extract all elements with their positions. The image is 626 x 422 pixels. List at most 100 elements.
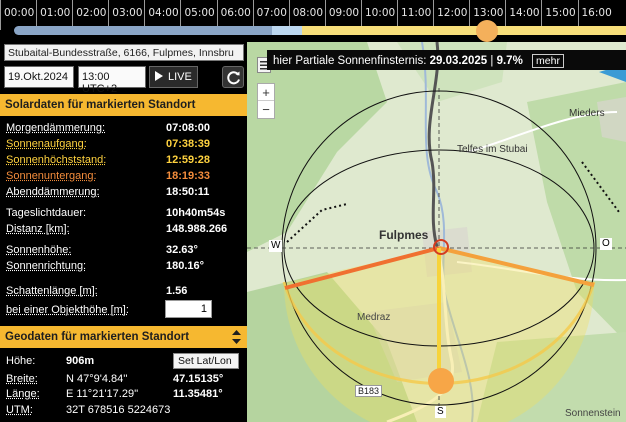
solar-noon-value: 12:59:28 bbox=[166, 154, 211, 166]
eclipse-separator: | bbox=[490, 55, 494, 67]
geo-data-header[interactable]: Geodaten für markierten Standort bbox=[0, 326, 247, 348]
eclipse-date: 29.03.2025 bbox=[429, 55, 488, 67]
place-label-fulpmes: Fulpmes bbox=[379, 228, 429, 242]
latitude-decimal: 47.15135° bbox=[173, 373, 224, 385]
compass-east: O bbox=[600, 238, 612, 250]
set-lat-lon-button[interactable]: Set Lat/Lon bbox=[173, 353, 239, 369]
timeline-night-segment bbox=[14, 26, 272, 35]
eclipse-text: hier Partiale Sonnenfinsternis: bbox=[273, 55, 427, 67]
shadow-length-label: Schattenlänge [m]: bbox=[6, 285, 98, 297]
info-panel: Stubaital-Bundesstraße, 6166, Fulpmes, I… bbox=[0, 42, 247, 422]
sun-altitude-label: Sonnenhöhe: bbox=[6, 244, 72, 256]
sun-azimuth-value: 180.16° bbox=[166, 260, 205, 272]
place-label-sonnenstein: Sonnenstein bbox=[565, 408, 621, 419]
daylight-duration-label: Tageslichtdauer: bbox=[6, 207, 87, 219]
timeline-hour-label: 16:00 bbox=[581, 7, 612, 19]
time-input[interactable]: 13:00 UTC+2 bbox=[78, 66, 146, 95]
more-button[interactable]: mehr bbox=[532, 54, 564, 68]
utm-value: 32T 678516 5224673 bbox=[66, 404, 171, 416]
sun-position-icon bbox=[428, 368, 454, 394]
distance-row: Distanz [km]: 148.988.266 bbox=[6, 223, 242, 237]
timeline[interactable]: 00:00 01:00 02:00 03:00 04:00 05:00 06:00 07:00… bbox=[0, 0, 626, 48]
latitude-label: Breite: bbox=[6, 373, 38, 385]
eclipse-percent: 9.7% bbox=[496, 55, 523, 67]
dawn-row: Morgendämmerung: 07:08:00 bbox=[6, 122, 242, 136]
sun-altitude-value: 32.63° bbox=[166, 244, 198, 256]
timeline-hour-label: 10:00 bbox=[364, 7, 396, 19]
latitude-dms: N 47°9'4.84'' bbox=[66, 373, 128, 385]
utm-label: UTM: bbox=[6, 404, 33, 416]
timeline-hour-label: 13:00 bbox=[473, 7, 504, 19]
longitude-decimal: 11.35481° bbox=[173, 388, 223, 400]
timeline-hour-label: 11:00 bbox=[401, 7, 432, 19]
place-label-telfes: Telfes im Stubai bbox=[457, 144, 528, 155]
timeline-hour-label: 05:00 bbox=[184, 7, 215, 19]
dusk-value: 18:50:11 bbox=[166, 186, 210, 198]
timeline-hour-label: 04:00 bbox=[148, 7, 179, 19]
sun-azimuth-label: Sonnenrichtung: bbox=[6, 260, 87, 272]
dawn-value: 07:08:00 bbox=[166, 122, 211, 134]
zoom-control: + − bbox=[257, 83, 275, 119]
timeline-hour-label: 07:00 bbox=[256, 7, 287, 19]
collapse-toggle-icon[interactable] bbox=[231, 329, 242, 345]
sunrise-value: 07:38:39 bbox=[166, 138, 211, 150]
dusk-label: Abenddämmerung: bbox=[6, 186, 100, 198]
solar-noon-row: Sonnenhöchststand: 12:59:28 bbox=[6, 154, 242, 168]
object-height-input[interactable]: 1 bbox=[165, 300, 212, 318]
daylight-duration-row: Tageslichtdauer: 10h40m54s bbox=[6, 207, 242, 221]
live-button[interactable]: LIVE bbox=[149, 66, 198, 88]
zoom-out-button[interactable]: − bbox=[258, 101, 274, 118]
dusk-row: Abenddämmerung: 18:50:11 bbox=[6, 186, 242, 200]
road-label: B183 bbox=[355, 385, 383, 397]
timeline-hour-label: 09:00 bbox=[328, 7, 360, 19]
timeline-day-segment bbox=[302, 26, 626, 35]
compass-west: W bbox=[269, 240, 283, 252]
address-field[interactable]: Stubaital-Bundesstraße, 6166, Fulpmes, I… bbox=[4, 44, 244, 61]
eclipse-info-bar: hier Partiale Sonnenfinsternis: 29.03.20… bbox=[267, 50, 626, 70]
height-value: 906m bbox=[66, 355, 95, 367]
longitude-dms: E 11°21'17.29'' bbox=[66, 388, 139, 400]
place-label-medraz: Medraz bbox=[357, 312, 391, 323]
zoom-in-button[interactable]: + bbox=[258, 84, 274, 101]
sunrise-label: Sonnenaufgang: bbox=[6, 138, 87, 150]
play-icon bbox=[155, 71, 163, 81]
shadow-length-value: 1.56 bbox=[166, 285, 188, 297]
sunset-label: Sonnenuntergang: bbox=[6, 170, 97, 182]
timeline-hour-label: 01:00 bbox=[40, 7, 71, 19]
map-canvas bbox=[247, 42, 626, 422]
refresh-icon bbox=[227, 71, 240, 85]
solar-noon-label: Sonnenhöchststand: bbox=[6, 154, 107, 166]
live-button-label: LIVE bbox=[168, 71, 192, 83]
solar-data-header: Solardaten für markierten Standort bbox=[0, 94, 247, 116]
timeline-hour-label: 14:00 bbox=[509, 7, 540, 19]
sunset-row: Sonnenuntergang: 18:19:33 bbox=[6, 170, 242, 184]
timeline-hour-label: 15:00 bbox=[545, 7, 576, 19]
distance-label: Distanz [km]: bbox=[6, 223, 70, 235]
refresh-button[interactable] bbox=[222, 66, 244, 88]
dawn-label: Morgendämmerung: bbox=[6, 122, 106, 134]
map-view[interactable]: Fulpmes Telfes im Stubai Mieders Medraz … bbox=[247, 42, 626, 422]
sunset-value: 18:19:33 bbox=[166, 170, 211, 182]
distance-value: 148.988.266 bbox=[166, 223, 228, 235]
place-label-mieders: Mieders bbox=[569, 108, 605, 119]
sun-azimuth-row: Sonnenrichtung: 180.16° bbox=[6, 260, 242, 274]
shadow-length-row: Schattenlänge [m]: 1.56 bbox=[6, 285, 242, 299]
sunrise-row: Sonnenaufgang: 07:38:39 bbox=[6, 138, 242, 152]
timeline-hour-label: 06:00 bbox=[220, 7, 251, 19]
timeline-hour-label: 08:00 bbox=[292, 7, 324, 19]
timeline-track[interactable] bbox=[14, 26, 626, 35]
date-input[interactable]: 19.Okt.2024 bbox=[4, 66, 74, 88]
timeline-hour-label: 12:00 bbox=[437, 7, 468, 19]
daylight-duration-value: 10h40m54s bbox=[166, 207, 226, 219]
timeline-handle[interactable] bbox=[476, 20, 498, 42]
timeline-hour-label: 03:00 bbox=[112, 7, 143, 19]
longitude-label: Länge: bbox=[6, 388, 40, 400]
sun-altitude-row: Sonnenhöhe: 32.63° bbox=[6, 244, 242, 258]
height-label: Höhe: bbox=[6, 355, 36, 367]
timeline-hour-label: 00:00 bbox=[4, 7, 35, 19]
timeline-hour-label: 02:00 bbox=[76, 7, 107, 19]
object-height-label: bei einer Objekthöhe [m]: bbox=[6, 304, 129, 316]
compass-south: S bbox=[435, 406, 446, 418]
timeline-twilight-segment bbox=[272, 26, 302, 35]
geo-data-title: Geodaten für markierten Standort bbox=[5, 331, 190, 343]
